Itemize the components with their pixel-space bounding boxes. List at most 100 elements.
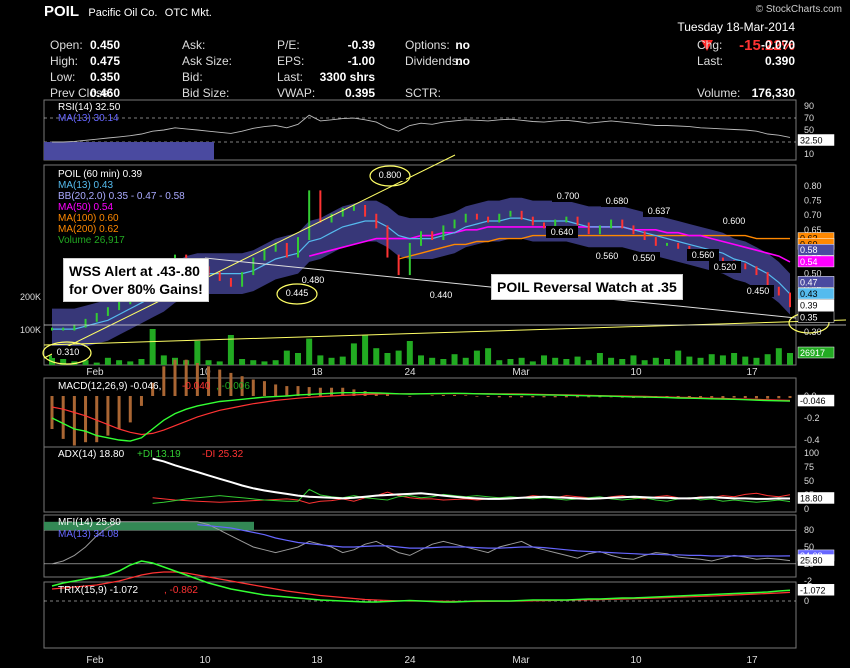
volume-tick: 100K: [20, 325, 41, 335]
macd-hist-bar: [251, 379, 255, 396]
volume-bar: [451, 354, 458, 365]
mfi-ma-legend: MA(13) 34.08: [58, 529, 119, 540]
volume-bar: [295, 353, 301, 365]
price-label: 0.560: [596, 251, 619, 261]
volume-bar: [272, 360, 279, 365]
price-badge-text: 0.35: [800, 312, 818, 322]
volume-bar: [753, 357, 760, 365]
price-label: 0.637: [648, 206, 671, 216]
macd-hist-bar: [732, 396, 736, 398]
volume-bar: [250, 360, 257, 365]
macd-hist-bar: [408, 396, 412, 397]
volume-bar: [697, 357, 704, 365]
alert-callout: WSS Alert at .43-.80 for Over 80% Gains!: [63, 258, 209, 302]
volume-bar: [775, 348, 782, 365]
x-tick-label: 18: [311, 367, 323, 378]
volume-bar: [652, 357, 659, 365]
mfi-y-tick: 80: [804, 525, 814, 535]
x-tick-label: 10: [630, 367, 642, 378]
price-label: 0.700: [557, 191, 580, 201]
macd-hist-bar: [430, 395, 434, 396]
volume-bar: [574, 356, 581, 365]
macd-hist-bar: [173, 359, 177, 396]
macd-hist-bar: [84, 396, 88, 443]
plus-di-legend: +DI 13.19: [137, 449, 181, 460]
price-label: 0.450: [747, 286, 770, 296]
volume-bar: [552, 357, 559, 365]
macd-hist-bar: [721, 396, 725, 398]
volume-bar: [619, 359, 626, 365]
volume-bar: [93, 362, 100, 365]
volume-bar: [719, 355, 726, 365]
alert-line-2: for Over 80% Gains!: [69, 281, 203, 297]
volume-bar: [563, 359, 570, 365]
reversal-callout: POIL Reversal Watch at .35: [491, 274, 683, 300]
x-tick-label: 10: [199, 655, 211, 666]
macd-hist-bar: [330, 387, 334, 396]
volume-bar: [686, 356, 693, 365]
price-label: 0.520: [714, 262, 737, 272]
price-y-tick: 0.75: [804, 196, 822, 206]
price-legend: MA(13) 0.43: [58, 180, 113, 191]
volume-bar: [127, 361, 134, 365]
price-y-tick: 0.70: [804, 210, 822, 220]
macd-hist-bar: [564, 396, 568, 398]
macd-hist-bar: [106, 396, 110, 436]
trix-signal-legend: , -0.862: [164, 585, 198, 596]
macd-hist-bar: [508, 396, 512, 398]
volume-bar: [395, 350, 402, 365]
macd-hist-bar: [318, 387, 322, 396]
macd-hist-bar: [61, 396, 65, 439]
macd-hist-bar: [542, 396, 546, 398]
volume-bar: [384, 353, 391, 365]
x-tick-label: 24: [404, 655, 416, 666]
volume-bar: [675, 350, 682, 365]
trix-badge-text: -1.072: [800, 585, 826, 595]
volume-bar: [194, 341, 201, 365]
volume-bar: [160, 355, 167, 365]
macd-hist-bar: [128, 396, 132, 423]
macd-hist-bar: [754, 396, 758, 399]
macd-hist-bar: [520, 396, 524, 398]
volume-bar: [339, 356, 346, 365]
rsi-legend: RSI(14) 32.50: [58, 102, 121, 113]
x-tick-label: 17: [746, 655, 758, 666]
macd-hist-bar: [497, 396, 501, 398]
rsi-ma-legend: MA(13) 30.14: [58, 113, 119, 124]
x-tick-label: 17: [746, 367, 758, 378]
macd-hist-bar: [441, 395, 445, 396]
volume-bar: [149, 329, 156, 365]
macd-hist-bar: [262, 381, 266, 396]
price-badge-text: 0.47: [800, 277, 818, 287]
macd-badge-text: -0.046: [800, 396, 826, 406]
volume-bar: [518, 357, 525, 365]
macd-hist-bar: [162, 366, 166, 396]
macd-hist-bar: [553, 396, 557, 398]
adx-badge-text: 18.80: [800, 493, 823, 503]
volume-bar: [731, 353, 738, 365]
macd-hist-bar: [464, 395, 468, 396]
macd-hist-bar: [285, 386, 289, 396]
volume-bar: [373, 348, 380, 365]
chart-canvas: 907050301032.50RSI(14) 32.50MA(13) 30.14…: [20, 99, 847, 666]
volume-bar: [261, 361, 268, 365]
volume-bar: [216, 361, 223, 365]
minus-di-legend: -DI 25.32: [202, 449, 244, 460]
price-legend: MA(50) 0.54: [58, 202, 113, 213]
price-legend: BB(20,2.0) 0.35 - 0.47 - 0.58: [58, 191, 185, 202]
volume-bar: [406, 341, 413, 365]
macd-hist-bar: [777, 396, 781, 399]
price-label: 0.440: [430, 290, 453, 300]
price-label: 0.550: [633, 253, 656, 263]
price-legend: MA(100) 0.60: [58, 213, 119, 224]
stockcharts-window: { "header": { "symbol": "POIL", "company…: [0, 0, 850, 668]
volume-bar: [507, 359, 514, 365]
price-badge-text: 0.54: [800, 257, 818, 267]
macd-y-tick: -0.2: [804, 413, 820, 423]
macd-hist-bar: [788, 396, 792, 398]
price-legend: MA(200) 0.62: [58, 224, 119, 235]
macd-hist-bar: [766, 396, 770, 399]
volume-bar: [608, 357, 615, 365]
volume-bar: [116, 360, 123, 365]
volume-bar: [104, 357, 111, 365]
